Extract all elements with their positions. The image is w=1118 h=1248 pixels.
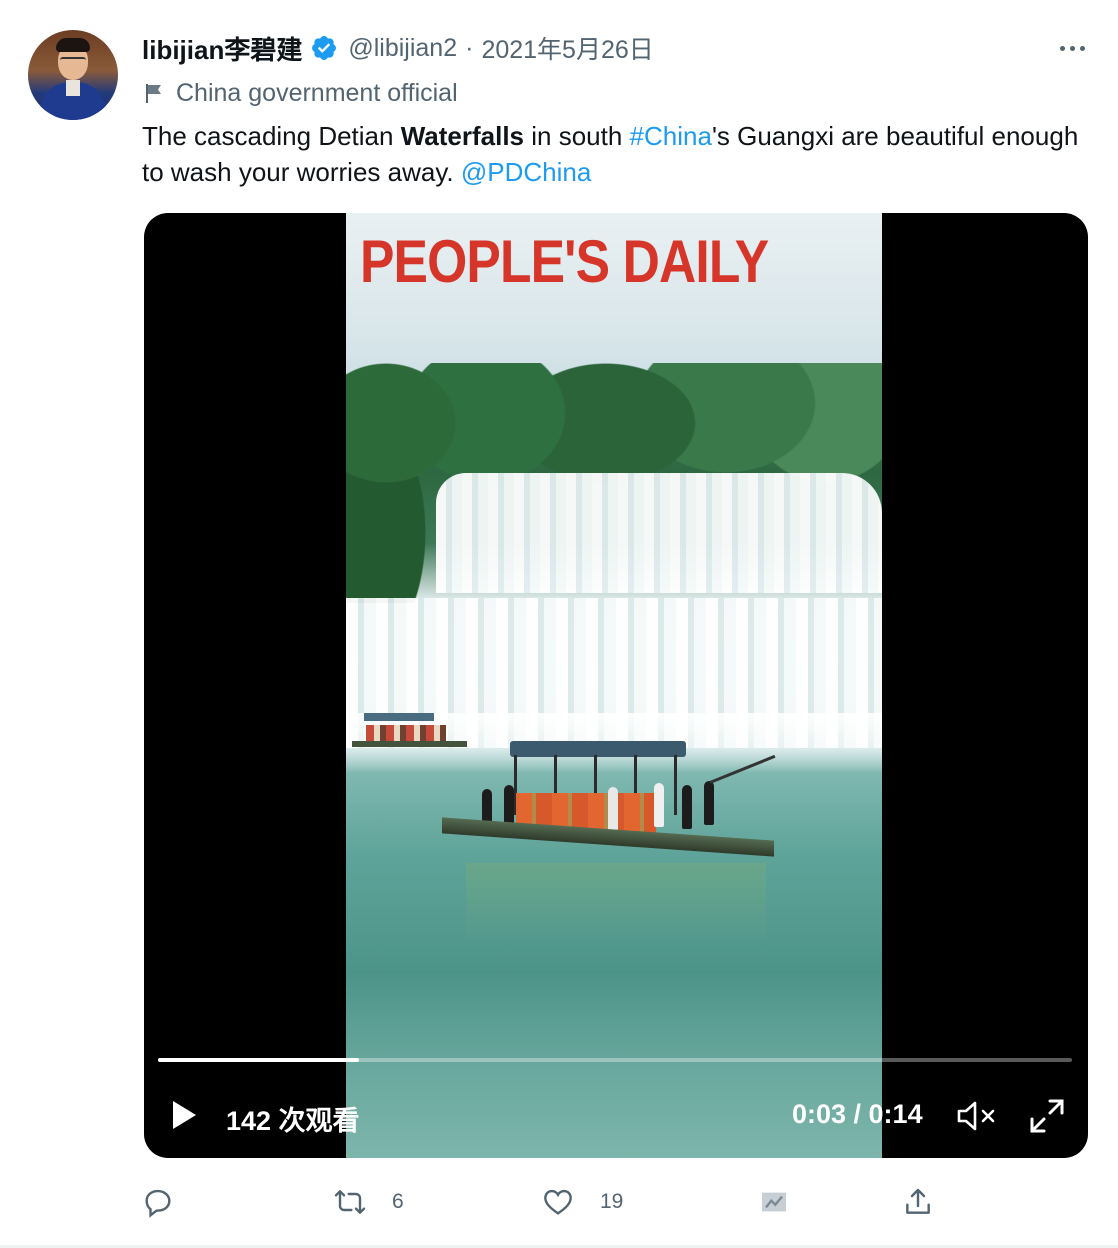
share-button[interactable]: [902, 1184, 934, 1220]
share-icon: [906, 1188, 930, 1214]
retweet-button[interactable]: 6: [334, 1184, 404, 1220]
video-player[interactable]: PEOPLE'S DAILY 142 次观看 0:03 / 0:14: [144, 213, 1088, 1158]
tweet-text: The cascading Detian Waterfalls in south…: [142, 118, 1082, 190]
tweet-text-bold: Waterfalls: [400, 121, 525, 151]
like-icon: [544, 1189, 572, 1215]
reply-button[interactable]: [142, 1184, 200, 1220]
author-name[interactable]: libijian李碧建: [142, 30, 302, 67]
tweet-header: libijian李碧建 @libijian2 · 2021年5月26日: [142, 30, 654, 66]
analytics-button[interactable]: [758, 1184, 790, 1220]
bamboo-raft: [442, 741, 776, 861]
more-icon[interactable]: [1052, 36, 1092, 60]
tweet: libijian李碧建 @libijian2 · 2021年5月26日 Chin…: [0, 0, 1118, 1248]
mute-icon[interactable]: [956, 1099, 1000, 1133]
retweet-count: 6: [392, 1190, 404, 1213]
hashtag-link[interactable]: #China: [630, 121, 712, 151]
reply-icon: [145, 1189, 171, 1218]
peoples-daily-logo: PEOPLE'S DAILY: [360, 228, 769, 295]
video-frame[interactable]: PEOPLE'S DAILY: [346, 213, 882, 1158]
tweet-text-part: in south: [524, 121, 630, 151]
raft-reflection: [466, 863, 766, 943]
government-label[interactable]: China government official: [142, 76, 458, 110]
mention-link[interactable]: @PDChina: [461, 157, 591, 187]
like-count: 19: [600, 1190, 624, 1213]
video-progress-bar[interactable]: [158, 1058, 1072, 1062]
author-handle[interactable]: @libijian2: [348, 34, 457, 63]
view-count: 142 次观看: [226, 1106, 360, 1136]
avatar-glasses: [60, 57, 86, 65]
label-text: China government official: [176, 78, 458, 107]
avatar-collar: [66, 80, 80, 96]
tweet-text-part: The cascading Detian: [142, 121, 401, 151]
like-button[interactable]: 19: [542, 1184, 623, 1220]
video-controls: 142 次观看 0:03 / 0:14: [144, 1083, 1088, 1153]
waterfall-upper: [436, 473, 882, 593]
fullscreen-icon[interactable]: [1028, 1097, 1066, 1135]
tweet-actions: 6 19: [0, 1176, 1118, 1232]
analytics-icon: [762, 1192, 786, 1212]
tweet-date[interactable]: 2021年5月26日: [481, 30, 653, 66]
avatar-hair: [56, 38, 90, 52]
flag-icon: [146, 84, 161, 103]
play-icon[interactable]: [170, 1099, 198, 1131]
avatar[interactable]: [28, 30, 118, 120]
verified-badge-icon: [310, 34, 338, 62]
separator-dot: ·: [465, 33, 474, 62]
video-time: 0:03 / 0:14: [792, 1099, 923, 1129]
video-progress-fill: [158, 1058, 360, 1062]
retweet-icon: [334, 1190, 366, 1214]
